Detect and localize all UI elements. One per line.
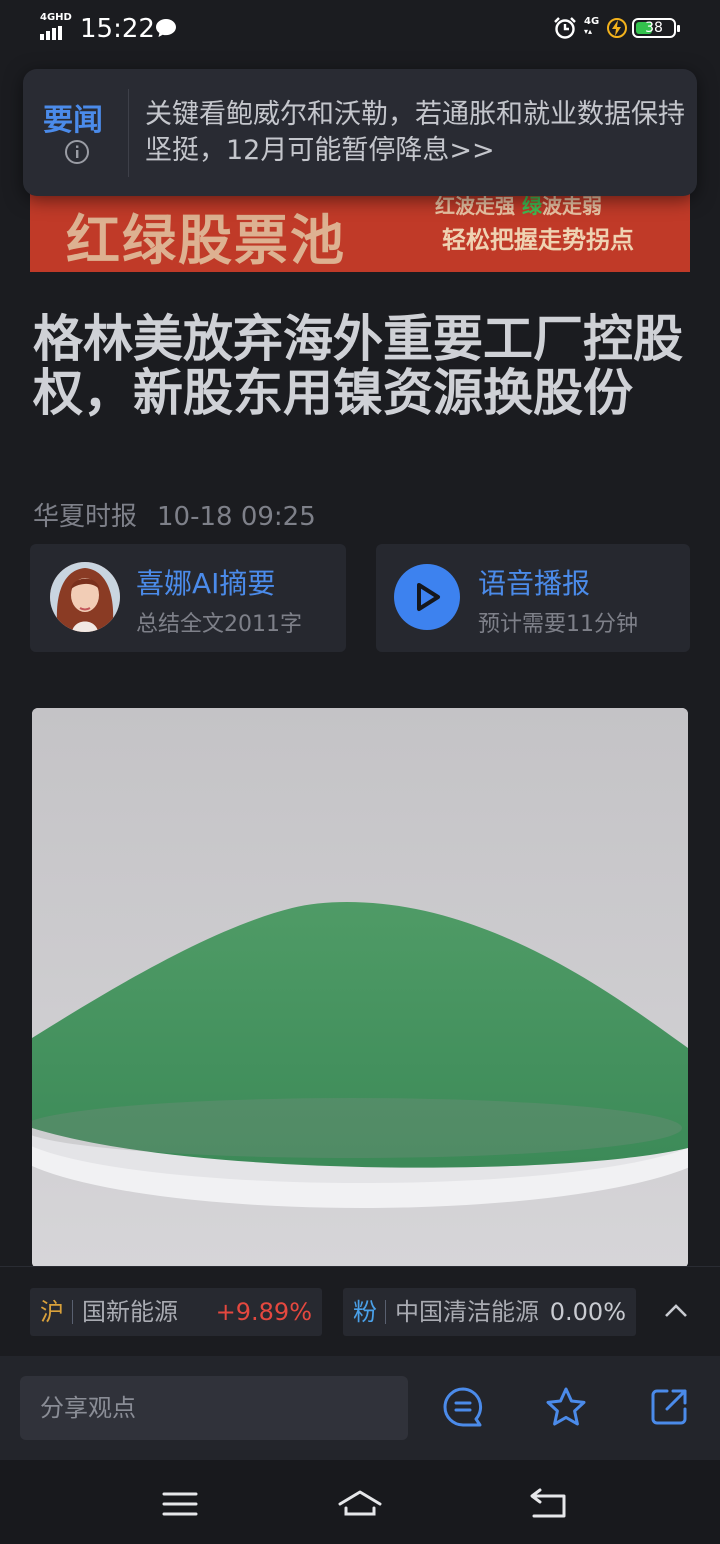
comment-icon[interactable]: [441, 1385, 485, 1429]
status-bar: 4GHD 15:22 4G ▾▴ 38: [0, 0, 720, 60]
play-icon: [417, 583, 440, 611]
divider: [128, 89, 129, 177]
info-icon[interactable]: [64, 139, 90, 165]
avatar: [50, 562, 120, 632]
home-icon[interactable]: [336, 1484, 384, 1524]
chevron-up-icon[interactable]: [664, 1300, 688, 1320]
breaking-news-popup[interactable]: 要闻 关键看鲍威尔和沃勒，若通胀和就业数据保持坚挺，12月可能暂停降息>>: [23, 69, 697, 196]
system-nav-bar: [0, 1460, 720, 1544]
stock-chip[interactable]: 粉 中国清洁能源 0.00%: [343, 1288, 636, 1336]
menu-icon[interactable]: [156, 1484, 204, 1524]
article-datetime: 10-18 09:25: [157, 502, 316, 532]
ai-summary-card[interactable]: 喜娜AI摘要 总结全文2011字: [30, 544, 346, 652]
charging-bolt-icon: [607, 18, 627, 38]
banner-tagline: 轻松把握走势拐点: [442, 226, 634, 254]
signal-icon: 4GHD: [40, 12, 74, 40]
related-stocks-bar: 沪 国新能源 +9.89% 粉 中国清洁能源 0.00%: [0, 1266, 720, 1357]
news-headline[interactable]: 关键看鲍威尔和沃勒，若通胀和就业数据保持坚挺，12月可能暂停降息>>: [145, 97, 685, 169]
market-label: 粉: [353, 1298, 377, 1326]
bottom-toolbar: 分享观点: [0, 1356, 720, 1460]
stock-change: +9.89%: [215, 1298, 312, 1326]
article-image[interactable]: [32, 708, 688, 1268]
clock: 15:22: [80, 14, 155, 44]
stock-name: 国新能源: [82, 1298, 178, 1326]
banner-title: 红绿股票池: [66, 209, 346, 272]
share-icon[interactable]: [647, 1385, 691, 1429]
star-icon[interactable]: [544, 1385, 588, 1429]
news-tag: 要闻: [43, 103, 103, 138]
back-icon[interactable]: [524, 1484, 572, 1524]
stock-change: 0.00%: [549, 1298, 626, 1326]
play-button[interactable]: [394, 564, 460, 630]
article-source[interactable]: 华夏时报: [33, 502, 137, 532]
promo-banner[interactable]: 红绿股票池 红波走强 绿波走弱 轻松把握走势拐点: [30, 186, 690, 272]
battery-indicator: 38: [632, 18, 680, 38]
message-icon: [156, 19, 176, 37]
article-meta: 华夏时报 10-18 09:25: [33, 496, 316, 533]
article-title: 格林美放弃海外重要工厂控股权，新股东用镍资源换股份: [33, 310, 683, 422]
stock-name: 中国清洁能源: [395, 1298, 539, 1326]
audio-broadcast-card[interactable]: 语音播报 预计需要11分钟: [376, 544, 690, 652]
share-opinion-input[interactable]: 分享观点: [20, 1376, 408, 1440]
network-4g: 4G ▾▴: [584, 16, 600, 37]
alarm-icon: [554, 17, 576, 39]
ai-summary-title: 喜娜AI摘要: [136, 567, 276, 600]
stock-chip[interactable]: 沪 国新能源 +9.89%: [30, 1288, 322, 1336]
network-type: 4GHD: [40, 12, 72, 23]
audio-title: 语音播报: [478, 567, 591, 600]
market-label: 沪: [40, 1298, 64, 1326]
ai-summary-subtitle: 总结全文2011字: [136, 612, 302, 637]
audio-subtitle: 预计需要11分钟: [478, 612, 638, 637]
